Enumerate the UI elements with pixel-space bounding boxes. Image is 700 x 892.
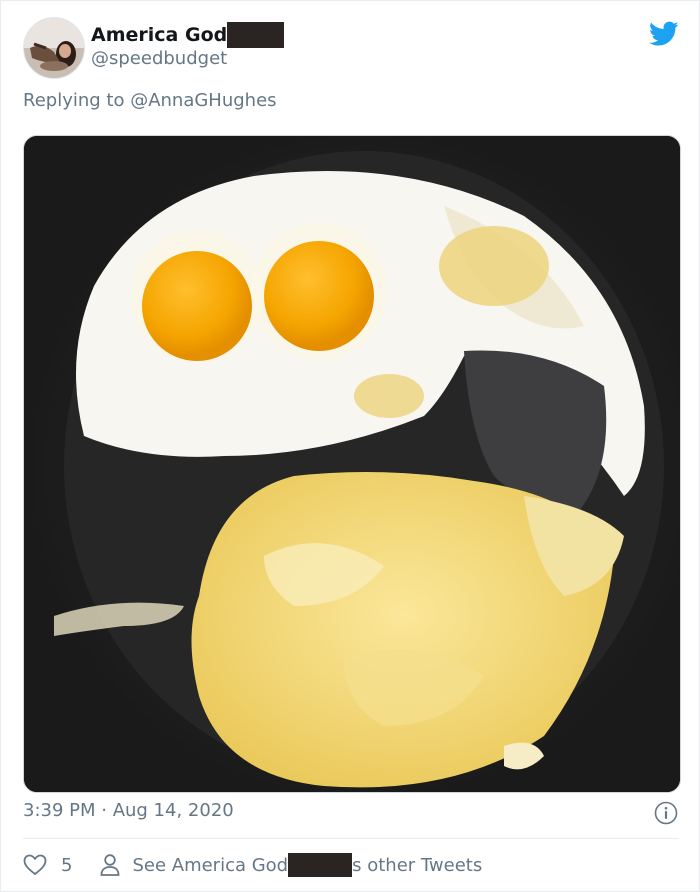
avatar[interactable] [23,17,85,79]
twitter-bird-icon[interactable] [649,21,679,47]
person-icon [101,854,120,876]
user-handle[interactable]: @speedbudget [91,48,284,69]
divider [23,838,679,839]
reply-mention-link[interactable]: @AnnaGHughes [130,90,276,111]
heart-icon [23,854,47,876]
info-icon[interactable] [654,801,678,825]
see-more-suffix: s other Tweets [352,854,483,876]
see-other-tweets-link[interactable]: See America God s other Tweets [100,853,482,877]
tweet-header: America God @speedbudget [23,17,683,79]
replying-prefix: Replying to [23,90,131,111]
redaction-bar [288,853,353,877]
replying-to: Replying to @AnnaGHughes [23,90,277,111]
display-name-text: America God [91,24,228,46]
redaction-bar [227,22,285,48]
eggs-in-skillet-image [24,136,680,792]
tweet-photo[interactable] [23,135,681,793]
tweet-footer: 5 See America God s other Tweets [23,850,482,880]
tweet-card: America God @speedbudget Replying to @An… [0,0,700,892]
see-more-prefix: See America God [132,854,289,876]
avatar-photo [24,18,84,78]
tweet-timestamp[interactable]: 3:39 PM · Aug 14, 2020 [23,800,234,821]
like-button[interactable]: 5 [23,854,72,876]
like-count: 5 [61,854,73,876]
display-name[interactable]: America God [91,22,285,48]
user-names: America God @speedbudget [91,22,285,69]
